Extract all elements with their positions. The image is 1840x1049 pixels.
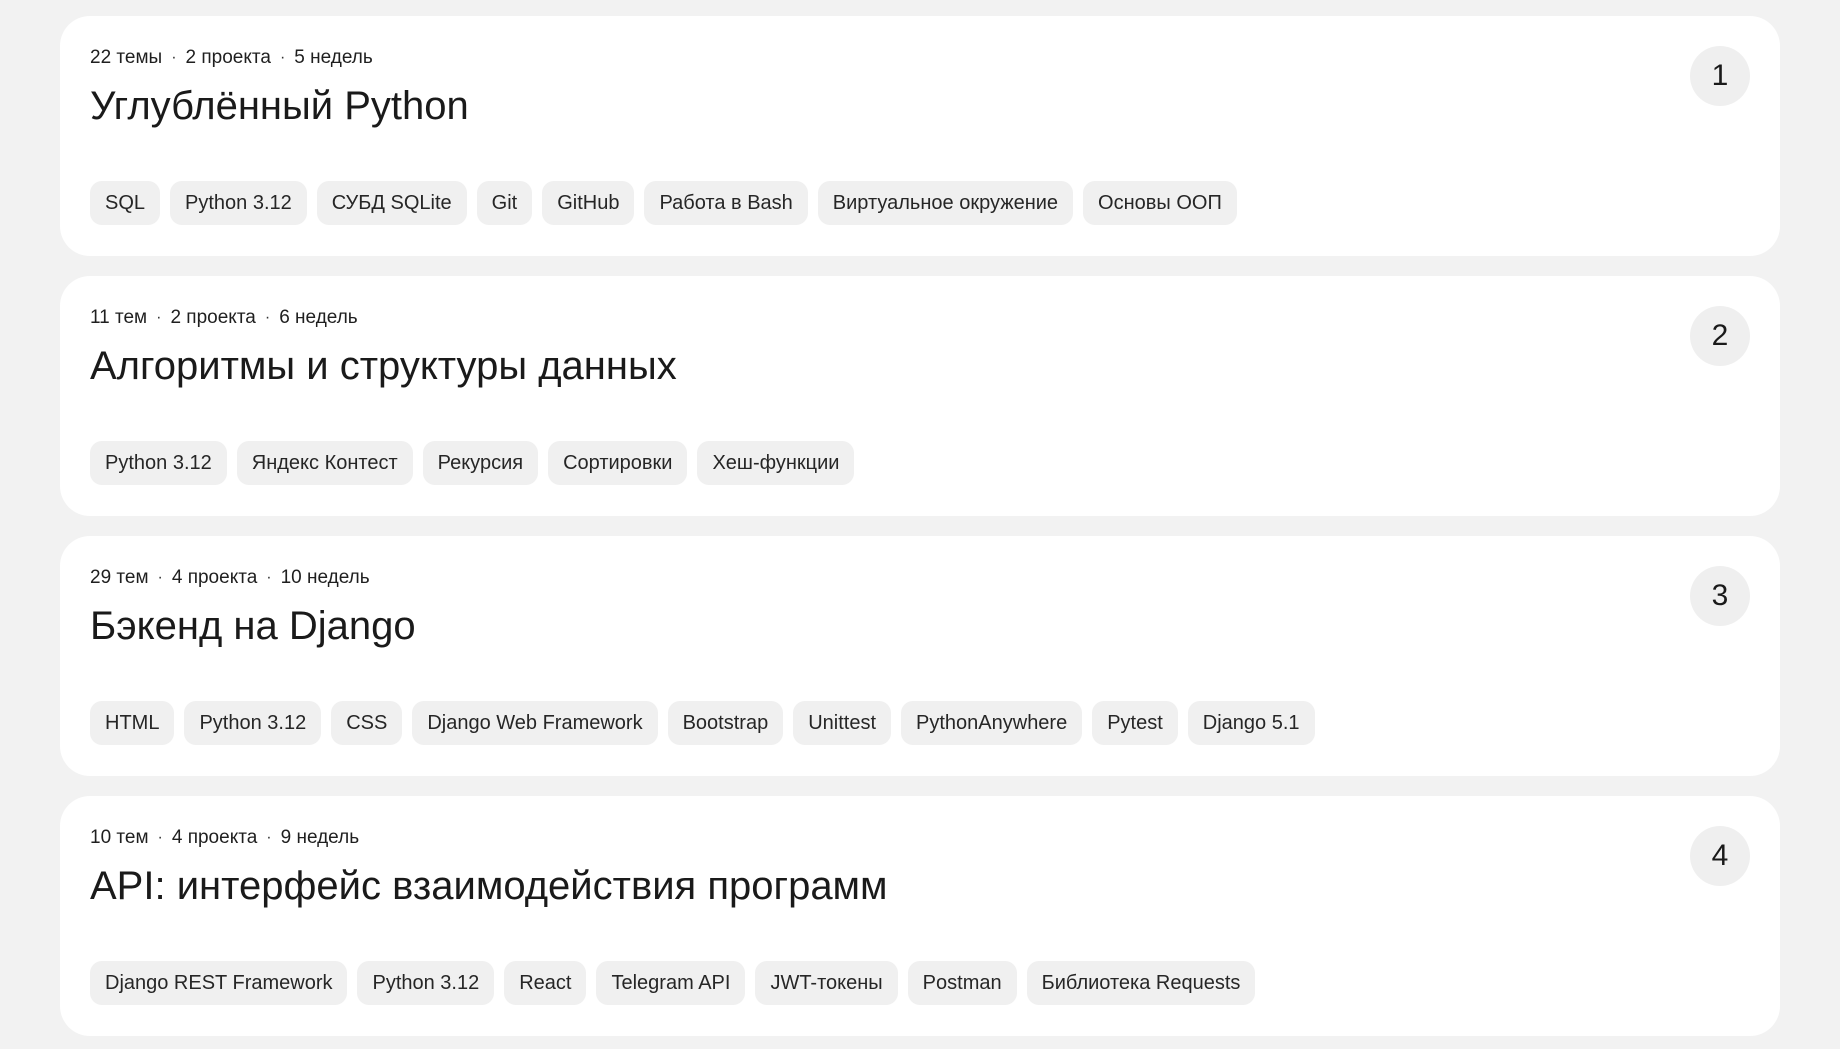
- course-card[interactable]: 29 тем · 4 проекта · 10 недель Бэкенд на…: [60, 536, 1780, 776]
- tag-list: HTML Python 3.12 CSS Django Web Framewor…: [90, 701, 1315, 745]
- tag: Библиотека Requests: [1026, 961, 1256, 1005]
- tag: СУБД SQLite: [316, 181, 467, 225]
- meta-separator: ·: [171, 49, 177, 66]
- tag: JWT-токены: [755, 961, 898, 1005]
- tag: CSS: [331, 701, 403, 745]
- course-card[interactable]: 11 тем · 2 проекта · 6 недель Алгоритмы …: [60, 276, 1780, 516]
- duration-weeks: 10 недель: [280, 567, 370, 588]
- tag: Python 3.12: [170, 181, 307, 225]
- tag: Git: [476, 181, 533, 225]
- meta-separator: ·: [266, 829, 272, 846]
- duration-weeks: 6 недель: [279, 307, 358, 328]
- course-title: Углублённый Python: [90, 84, 469, 128]
- duration-weeks: 9 недель: [280, 827, 360, 848]
- tag: Python 3.12: [184, 701, 322, 745]
- projects-count: 2 проекта: [170, 307, 256, 328]
- tag: Django REST Framework: [90, 961, 348, 1005]
- tag-list: Python 3.12 Яндекс Контест Рекурсия Сорт…: [90, 441, 855, 485]
- projects-count: 4 проекта: [171, 827, 258, 848]
- course-card[interactable]: 10 тем · 4 проекта · 9 недель API: интер…: [60, 796, 1780, 1036]
- meta-separator: ·: [157, 569, 163, 586]
- course-number-badge: 4: [1690, 826, 1750, 886]
- course-meta: 22 темы · 2 проекта · 5 недель: [90, 44, 1750, 72]
- tag: Основы ООП: [1083, 181, 1237, 225]
- meta-separator: ·: [279, 49, 286, 66]
- tag: React: [504, 961, 587, 1005]
- topics-count: 11 тем: [90, 307, 148, 328]
- course-list: 22 темы · 2 проекта · 5 недель Углублённ…: [60, 16, 1780, 1036]
- tag: Сортировки: [548, 441, 688, 485]
- course-number-badge: 1: [1690, 46, 1750, 106]
- tag: Рекурсия: [422, 441, 539, 485]
- tag-list: Django REST Framework Python 3.12 React …: [90, 961, 1256, 1005]
- tag: Telegram API: [596, 961, 746, 1005]
- tag: Pytest: [1092, 701, 1178, 745]
- course-title: API: интерфейс взаимодействия программ: [90, 864, 888, 908]
- course-meta: 29 тем · 4 проекта · 10 недель: [90, 564, 1750, 592]
- tag: HTML: [90, 701, 175, 745]
- projects-count: 2 проекта: [185, 47, 271, 68]
- meta-separator: ·: [156, 309, 162, 326]
- course-number-badge: 3: [1690, 566, 1750, 626]
- meta-separator: ·: [264, 309, 271, 326]
- course-meta: 11 тем · 2 проекта · 6 недель: [90, 304, 1750, 332]
- tag: Python 3.12: [90, 441, 227, 485]
- tag: Bootstrap: [667, 701, 784, 745]
- tag: Django Web Framework: [412, 701, 658, 745]
- projects-count: 4 проекта: [171, 567, 258, 588]
- tag: Django 5.1: [1187, 701, 1315, 745]
- topics-count: 22 темы: [90, 47, 163, 68]
- course-title: Бэкенд на Django: [90, 604, 416, 648]
- meta-separator: ·: [266, 569, 272, 586]
- tag: Unittest: [793, 701, 892, 745]
- topics-count: 10 тем: [90, 827, 149, 848]
- tag: Postman: [907, 961, 1017, 1005]
- tag: Яндекс Контест: [236, 441, 413, 485]
- course-meta: 10 тем · 4 проекта · 9 недель: [90, 824, 1750, 852]
- course-card[interactable]: 22 темы · 2 проекта · 5 недель Углублённ…: [60, 16, 1780, 256]
- tag: GitHub: [542, 181, 635, 225]
- duration-weeks: 5 недель: [294, 47, 373, 68]
- topics-count: 29 тем: [90, 567, 149, 588]
- meta-separator: ·: [157, 829, 163, 846]
- course-number-badge: 2: [1690, 306, 1750, 366]
- course-title: Алгоритмы и структуры данных: [90, 344, 677, 388]
- tag: Python 3.12: [357, 961, 495, 1005]
- tag-list: SQL Python 3.12 СУБД SQLite Git GitHub Р…: [90, 181, 1237, 225]
- tag: Виртуальное окружение: [817, 181, 1074, 225]
- tag: SQL: [90, 181, 161, 225]
- tag: Хеш-функции: [697, 441, 855, 485]
- tag: Работа в Bash: [644, 181, 808, 225]
- tag: PythonAnywhere: [901, 701, 1083, 745]
